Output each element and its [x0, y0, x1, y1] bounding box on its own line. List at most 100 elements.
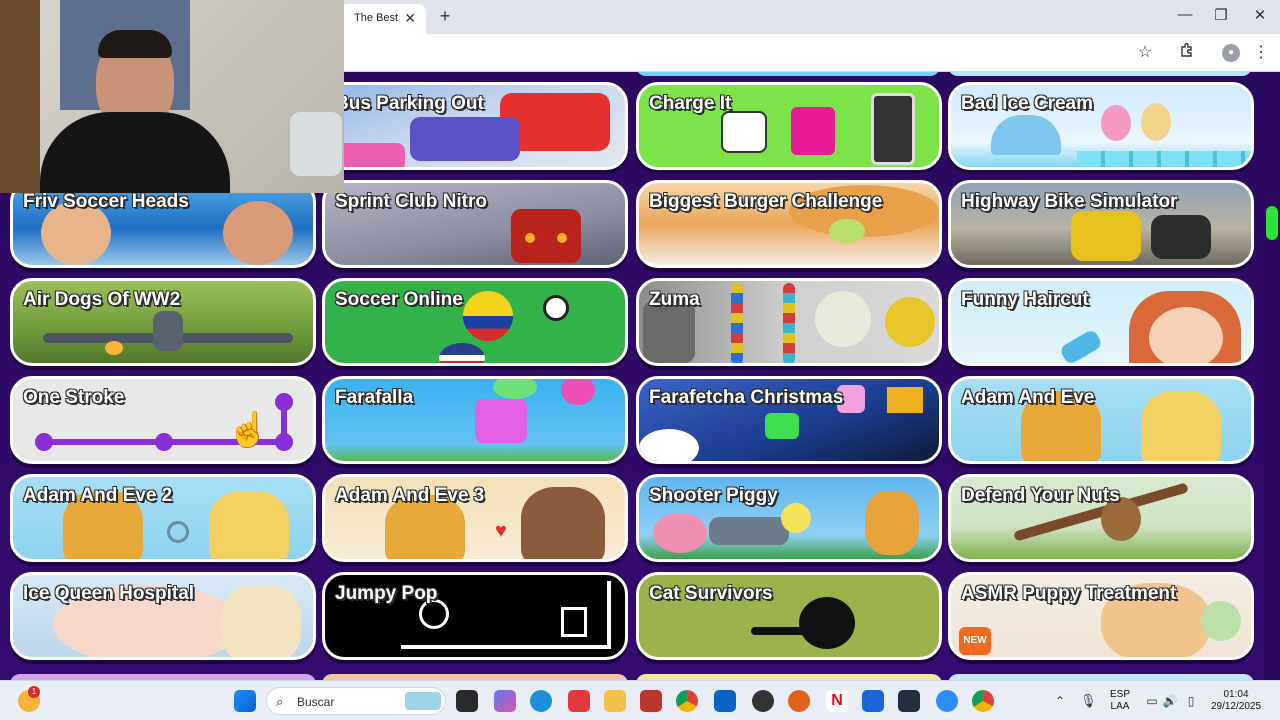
app-red-icon[interactable]: [568, 690, 590, 712]
game-card-one-stroke[interactable]: ☝ One Stroke: [10, 376, 316, 464]
hand-cursor-icon: ☝: [227, 411, 270, 449]
game-title: Defend Your Nuts: [961, 485, 1120, 506]
clock-date: 29/12/2025: [1210, 701, 1262, 712]
game-title: Ice Queen Hospital: [23, 583, 195, 604]
game-title: Shooter Piggy: [649, 485, 778, 506]
maximize-button[interactable]: ❐: [1206, 6, 1236, 24]
tab-title: The Best: [354, 12, 399, 24]
scrollbar-thumb[interactable]: [1266, 206, 1278, 240]
microphone-icon: [290, 112, 342, 176]
game-card-biggest-burger-challenge[interactable]: Biggest Burger Challenge: [636, 180, 942, 268]
tab-active[interactable]: The Best ✕: [340, 4, 426, 34]
game-card-adam-and-eve[interactable]: Adam And Eve: [948, 376, 1254, 464]
network-icon[interactable]: ▭: [1144, 690, 1160, 712]
game-card-farafetcha-christmas[interactable]: Farafetcha Christmas: [636, 376, 942, 464]
game-title: Adam And Eve: [961, 387, 1095, 408]
motorbike-yellow-image: [1071, 211, 1141, 261]
game-card-sprint-club-nitro[interactable]: Sprint Club Nitro: [322, 180, 628, 268]
amazon-icon[interactable]: [898, 690, 920, 712]
soap-image: [1201, 601, 1241, 641]
game-card-bus-parking-out[interactable]: Bus Parking Out: [322, 82, 628, 170]
notification-badge: 1: [28, 686, 40, 698]
language-indicator[interactable]: ESP LAA: [1104, 689, 1136, 713]
game-title: ASMR Puppy Treatment: [961, 583, 1177, 604]
game-card-soccer-online[interactable]: Soccer Online: [322, 278, 628, 366]
game-card-adam-and-eve-3[interactable]: ♥ Adam And Eve 3: [322, 474, 628, 562]
game-card-farafalla[interactable]: Farafalla: [322, 376, 628, 464]
windows-start-icon[interactable]: [234, 690, 256, 712]
ground-line-image: [401, 645, 611, 649]
race-car-image: [511, 209, 581, 263]
cat-tail-image: [751, 627, 811, 635]
game-card-adam-and-eve-2[interactable]: Adam And Eve 2: [10, 474, 316, 562]
game-card-charge-it[interactable]: Charge It: [636, 82, 942, 170]
winrar-icon[interactable]: [640, 690, 662, 712]
bus-blue-image: [410, 117, 520, 161]
game-title: Jumpy Pop: [335, 583, 438, 604]
game-card-jumpy-pop[interactable]: Jumpy Pop: [322, 572, 628, 660]
menu-icon[interactable]: ⋮: [1250, 42, 1272, 64]
app-dark-icon[interactable]: [752, 690, 774, 712]
file-explorer-icon[interactable]: [604, 690, 626, 712]
game-title: Biggest Burger Challenge: [649, 191, 883, 212]
game-title: Sprint Club Nitro: [335, 191, 487, 212]
language-layout: LAA: [1110, 701, 1130, 712]
headlight-image: [525, 233, 535, 243]
game-title: Soccer Online: [335, 289, 463, 310]
door-frame-image: [0, 0, 40, 193]
windows-taskbar: 1 ⌕ Buscar N ⌃ 🎙 ESP LAA ▭ 🔊 ▯ 01:04 29/…: [0, 680, 1280, 720]
webcam-overlay: [0, 0, 344, 193]
chrome-icon[interactable]: [676, 690, 698, 712]
clock[interactable]: 01:04 29/12/2025: [1204, 689, 1268, 713]
game-card-cat-survivors[interactable]: Cat Survivors: [636, 572, 942, 660]
minimize-button[interactable]: —: [1170, 6, 1200, 23]
task-view-icon[interactable]: [456, 690, 478, 712]
game-card-zuma[interactable]: Zuma: [636, 278, 942, 366]
dropbox-icon[interactable]: [862, 690, 884, 712]
game-title: Adam And Eve 2: [23, 485, 173, 506]
cucumber-image: [829, 219, 865, 243]
profile-icon[interactable]: ●: [1222, 44, 1240, 62]
game-card-funny-haircut[interactable]: Funny Haircut: [948, 278, 1254, 366]
streamer-shirt-image: [40, 112, 230, 193]
extensions-icon[interactable]: [1176, 42, 1198, 64]
plug-character-image: [721, 111, 767, 153]
flag-usa-ball-image: [439, 343, 485, 363]
girl-face-image: [1149, 307, 1223, 363]
netflix-icon[interactable]: N: [826, 690, 848, 712]
new-tab-button[interactable]: +: [434, 6, 456, 27]
plane-body-image: [153, 311, 183, 351]
tab-close-icon[interactable]: ✕: [404, 10, 416, 27]
zoom-icon[interactable]: [936, 690, 958, 712]
language-code: ESP: [1109, 689, 1130, 700]
firefox-icon[interactable]: [788, 690, 810, 712]
game-card-bad-ice-cream[interactable]: Bad Ice Cream: [948, 82, 1254, 170]
microphone-tray-icon[interactable]: 🎙: [1080, 690, 1097, 712]
game-card-ice-queen-hospital[interactable]: Ice Queen Hospital: [10, 572, 316, 660]
outlook-icon[interactable]: [714, 690, 736, 712]
explosion-image: [105, 341, 123, 355]
ice-blocks-image: [1077, 151, 1251, 167]
page-scrollbar[interactable]: [1264, 72, 1280, 680]
copilot-icon[interactable]: [494, 690, 516, 712]
bookmark-star-icon[interactable]: ☆: [1134, 42, 1156, 64]
game-card-defend-your-nuts[interactable]: Defend Your Nuts: [948, 474, 1254, 562]
battery-tray-icon[interactable]: ▯: [1182, 690, 1200, 712]
close-window-button[interactable]: ✕: [1245, 6, 1275, 24]
game-card-air-dogs-of-ww2[interactable]: Air Dogs Of WW2: [10, 278, 316, 366]
tray-chevron-icon[interactable]: ⌃: [1052, 690, 1068, 712]
headlight-image: [557, 233, 567, 243]
igloo-image: [991, 115, 1061, 155]
game-card-asmr-puppy-treatment[interactable]: NEW ASMR Puppy Treatment: [948, 572, 1254, 660]
search-icon: ⌕: [276, 694, 284, 709]
search-highlight-image: [405, 692, 441, 710]
game-card-friv-soccer-heads[interactable]: Friv Soccer Heads: [10, 180, 316, 268]
edge-icon[interactable]: [530, 690, 552, 712]
chrome-profile-icon[interactable]: [972, 690, 994, 712]
snow-cloud-image: [639, 429, 699, 461]
taskbar-search[interactable]: ⌕ Buscar: [266, 687, 446, 715]
clock-time: 01:04: [1223, 689, 1249, 700]
game-card-shooter-piggy[interactable]: Shooter Piggy: [636, 474, 942, 562]
volume-icon[interactable]: 🔊: [1162, 690, 1178, 712]
game-card-highway-bike-simulator[interactable]: Highway Bike Simulator: [948, 180, 1254, 268]
